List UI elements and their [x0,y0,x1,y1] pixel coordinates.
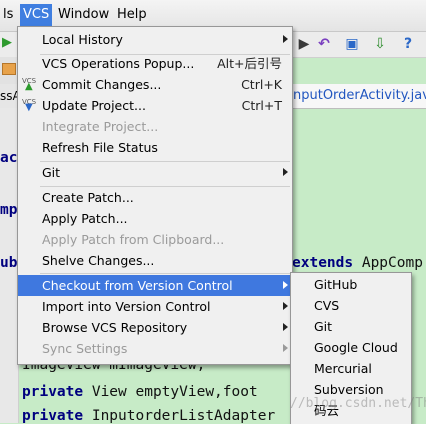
menu-item-shelve-changes[interactable]: Shelve Changes... [18,250,292,271]
tab-fragment[interactable]: ssA [0,84,18,108]
menu-tools-partial[interactable]: ls [0,4,16,26]
sdk-manager-icon[interactable]: ⇩ [370,34,390,54]
submenu-arrow-icon [283,35,288,43]
submenu-arrow-icon [283,344,288,352]
code-keyword: ub [0,255,18,271]
code-text: InputorderListAdapter [91,408,276,424]
menu-window[interactable]: Window [55,4,112,26]
submenu-item-github[interactable]: GitHub [291,274,411,295]
menu-item-integrate-project: Integrate Project... [42,119,159,134]
menu-separator [40,273,290,274]
run-icon[interactable]: ▶ [2,35,12,50]
project-structure-icon[interactable]: ▣ [342,34,362,54]
code-fragment: mp [0,202,17,218]
code-keyword: private [22,408,84,424]
menu-item-git[interactable]: Git [18,162,292,183]
submenu-item-git[interactable]: Git [291,316,411,337]
submenu-arrow-icon [283,302,288,310]
menu-item-update-project[interactable]: VCS ▼ Update Project... Ctrl+T [18,95,292,116]
toolbar-left-2 [0,57,18,84]
shortcut-label: Ctrl+K [241,77,282,92]
menu-item-sync-settings: Sync Settings [18,338,292,359]
menu-item-commit-changes[interactable]: VCS ▲ Commit Changes... Ctrl+K [18,74,292,95]
tab-inputorderactivity[interactable]: nputOrderActivity.java [290,84,426,108]
menu-item-vcs-operations-popup[interactable]: VCS Operations Popup... Alt+后引号 [18,53,292,74]
code-fragment: ac [0,150,17,166]
commit-icon: VCS ▲ [22,77,37,92]
folder-icon[interactable] [2,63,16,75]
shortcut-label: Alt+后引号 [217,56,282,71]
code-line-class-decl: extends AppComp [292,255,423,271]
submenu-item-google-cloud[interactable]: Google Cloud [291,337,411,358]
watermark: //blog.csdn.net/Think_Blogs [290,396,426,411]
menu-item-checkout-from-vcs[interactable]: Checkout from Version Control [18,275,292,296]
toolbar-left: ▶ [0,31,18,57]
code-keyword: extends [292,255,354,271]
editor-tabbar: nputOrderActivity.java [290,84,426,109]
revert-icon[interactable]: ↶ [314,34,334,54]
code-line-private-adapter: private InputorderListAdapter [22,408,275,424]
submenu-arrow-icon [283,168,288,176]
menu-item-create-patch[interactable]: Create Patch... [18,187,292,208]
update-icon: VCS ▼ [22,98,37,113]
menu-item-apply-patch[interactable]: Apply Patch... [18,208,292,229]
code-text: AppComp [361,255,423,271]
menu-item-import-into-vcs[interactable]: Import into Version Control [18,296,292,317]
code-keyword: mp [0,202,18,218]
menu-item-refresh-file-status[interactable]: Refresh File Status [18,137,292,158]
main-toolbar: ▶ ↶ ▣ ⇩ ? [290,31,426,58]
submenu-arrow-icon [283,323,288,331]
menu-item-apply-patch-clipboard: Apply Patch from Clipboard... [42,232,225,247]
submenu-item-mercurial[interactable]: Mercurial [291,358,411,379]
submenu-item-cvs[interactable]: CVS [291,295,411,316]
code-keyword: ac [0,150,18,166]
toolbar-arrow-icon[interactable]: ▶ [294,34,314,54]
submenu-arrow-icon [283,281,288,289]
menu-vcs[interactable]: VCS [20,4,53,26]
code-text: View emptyView,foot [91,384,258,400]
code-line-private-view: private View emptyView,foot [22,384,258,400]
help-icon[interactable]: ? [398,34,418,54]
vcs-menu: Local History VCS Operations Popup... Alt… [17,26,293,365]
menu-help[interactable]: Help [114,4,150,26]
menu-item-local-history[interactable]: Local History [18,29,292,50]
menu-item-browse-vcs-repository[interactable]: Browse VCS Repository [18,317,292,338]
shortcut-label: Ctrl+T [241,98,282,113]
code-keyword: private [22,384,84,400]
code-fragment: ub [0,255,17,271]
